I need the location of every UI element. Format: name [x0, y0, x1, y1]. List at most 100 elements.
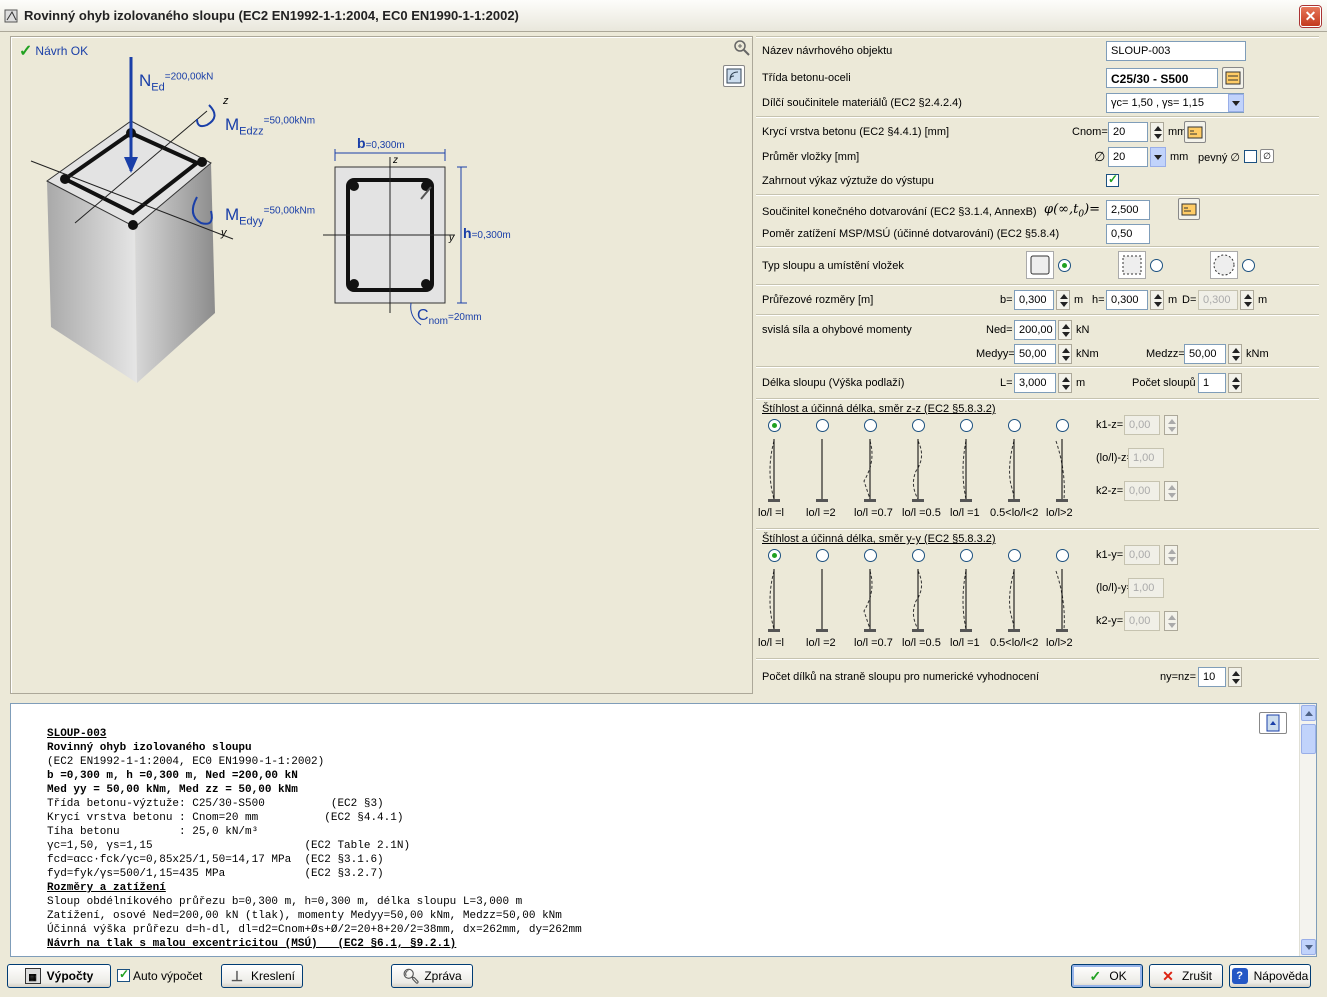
cancel-button[interactable]: ✕ Zrušit	[1149, 964, 1223, 988]
slenderness-z-radio[interactable]	[912, 419, 925, 432]
calc-button[interactable]: ▦ Výpočty	[7, 964, 111, 988]
help-icon: ?	[1231, 968, 1248, 984]
d-stepper[interactable]	[1240, 290, 1254, 310]
slenderness-z-radio[interactable]	[816, 419, 829, 432]
help-button[interactable]: ? Nápověda	[1229, 964, 1311, 988]
medyy-symbol: M	[225, 205, 240, 224]
type-rect-multi-bars-radio[interactable]	[1150, 259, 1163, 272]
b-input-label: b=	[1000, 294, 1013, 306]
slenderness-z-radio[interactable]	[864, 419, 877, 432]
axis-y-section: y	[449, 233, 454, 244]
count-input[interactable]: 1	[1198, 373, 1226, 393]
ned-stepper[interactable]	[1058, 320, 1072, 340]
type-rect-4-bars[interactable]	[1026, 251, 1054, 279]
table-hand-icon	[1187, 126, 1203, 139]
cover-table-button[interactable]	[1184, 121, 1206, 143]
class-select-button[interactable]	[1222, 67, 1244, 89]
ned-input[interactable]: 200,00	[1014, 320, 1056, 340]
zoom-icon[interactable]	[733, 39, 751, 57]
type-label: Typ sloupu a umístění vložek	[762, 260, 904, 272]
scroll-thumb[interactable]	[1301, 724, 1316, 754]
type-rect-multi-bars[interactable]	[1118, 251, 1146, 279]
slenderness-y-radio[interactable]	[1008, 549, 1021, 562]
cnom-input[interactable]: 20	[1108, 122, 1148, 142]
h-input[interactable]: 0,300	[1106, 290, 1148, 310]
type-circular-radio[interactable]	[1242, 259, 1255, 272]
slenderness-y-radio[interactable]	[816, 549, 829, 562]
diameter-dropdown[interactable]	[1150, 147, 1166, 167]
factors-select[interactable]: γc= 1,50 , γs= 1,15	[1106, 93, 1244, 113]
scroll-down-button[interactable]	[1301, 939, 1316, 955]
h-input-label: h=	[1092, 294, 1105, 306]
cover-label: Krycí vrstva betonu (EC2 §4.4.1) [mm]	[762, 126, 950, 138]
h-stepper[interactable]	[1150, 290, 1164, 310]
loads-label: svislá síla a ohybové momenty	[762, 324, 912, 336]
length-input[interactable]: 3,000	[1014, 373, 1056, 393]
k1z-input[interactable]: 0,00	[1124, 415, 1160, 435]
segments-stepper[interactable]	[1228, 667, 1242, 687]
loz-input[interactable]: 1,00	[1128, 448, 1164, 468]
report-output[interactable]: SLOUP-003 Rovinný ohyb izolovaného sloupu…	[10, 703, 1317, 957]
slenderness-z-radio[interactable]	[1008, 419, 1021, 432]
report-scrollbar[interactable]	[1299, 704, 1316, 956]
diameter-options-button[interactable]: ∅	[1260, 149, 1274, 163]
object-name-input[interactable]: SLOUP-003	[1106, 41, 1246, 61]
factors-dropdown[interactable]	[1228, 94, 1244, 112]
scroll-up-button[interactable]	[1301, 705, 1316, 721]
auto-calc-checkbox[interactable]	[117, 967, 130, 982]
b-input[interactable]: 0,300	[1014, 290, 1054, 310]
k1z-stepper[interactable]	[1164, 415, 1178, 435]
draw-button[interactable]: ⊥ Kreslení	[221, 964, 303, 988]
k2z-input[interactable]: 0,00	[1124, 481, 1160, 501]
diameter-unit: mm	[1170, 151, 1189, 163]
type-rect-4-bars-radio[interactable]	[1058, 259, 1071, 272]
slenderness-y-radio[interactable]	[864, 549, 877, 562]
creep-label: Součinitel konečného dotvarování (EC2 §3…	[762, 206, 1037, 218]
drawing-icon: ⊥	[230, 968, 244, 984]
export-drawing-button[interactable]	[723, 65, 745, 87]
k2y-input[interactable]: 0,00	[1124, 611, 1160, 631]
close-button[interactable]: ✕	[1300, 6, 1321, 27]
section-slenderness-z: Štíhlost a účinná délka, směr z-z (EC2 §…	[756, 398, 1319, 528]
medyy-input[interactable]: 50,00	[1014, 344, 1056, 364]
report-export-button[interactable]	[1259, 712, 1287, 734]
object-name-label: Název návrhového objektu	[762, 45, 893, 57]
draw-label: Kreslení	[250, 969, 296, 983]
segments-input[interactable]: 10	[1198, 667, 1226, 687]
class-value[interactable]: C25/30 - S500	[1106, 68, 1218, 88]
count-stepper[interactable]	[1228, 373, 1242, 393]
ned-subscript: Ed	[151, 81, 165, 94]
ned-symbol: N	[139, 71, 152, 90]
medzz-stepper[interactable]	[1228, 344, 1242, 364]
slenderness-y-radio[interactable]	[768, 549, 781, 562]
slenderness-y-radio[interactable]	[912, 549, 925, 562]
d-input[interactable]: 0,300	[1198, 290, 1238, 310]
medzz-input[interactable]: 50,00	[1184, 344, 1226, 364]
fixed-diameter-checkbox[interactable]	[1244, 150, 1257, 163]
report-button[interactable]: 🔍︎ Zpráva	[391, 964, 473, 988]
slenderness-y-radio[interactable]	[960, 549, 973, 562]
k2y-stepper[interactable]	[1164, 611, 1178, 631]
ok-button[interactable]: ✓ OK	[1071, 964, 1143, 988]
phi-label: φ(∞,t	[1044, 202, 1079, 217]
slenderness-z-radio[interactable]	[1056, 419, 1069, 432]
ratio-input[interactable]: 0,50	[1106, 224, 1150, 244]
slenderness-z-radio[interactable]	[960, 419, 973, 432]
diameter-input[interactable]: 20	[1108, 147, 1148, 167]
creep-calc-button[interactable]	[1178, 198, 1200, 220]
length-stepper[interactable]	[1058, 373, 1072, 393]
medyy-stepper[interactable]	[1058, 344, 1072, 364]
slenderness-z-radio[interactable]	[768, 419, 781, 432]
axis-z-section: z	[393, 155, 398, 166]
b-stepper[interactable]	[1056, 290, 1070, 310]
k1y-input[interactable]: 0,00	[1124, 545, 1160, 565]
include-checkbox[interactable]	[1106, 172, 1119, 187]
cnom-stepper[interactable]	[1150, 122, 1164, 142]
type-circular[interactable]	[1210, 251, 1238, 279]
slenderness-y-radio[interactable]	[1056, 549, 1069, 562]
ned-unit: kN	[1076, 324, 1090, 336]
k1y-stepper[interactable]	[1164, 545, 1178, 565]
k2z-stepper[interactable]	[1164, 481, 1178, 501]
creep-input[interactable]: 2,500	[1106, 200, 1150, 220]
loy-input[interactable]: 1,00	[1128, 578, 1164, 598]
